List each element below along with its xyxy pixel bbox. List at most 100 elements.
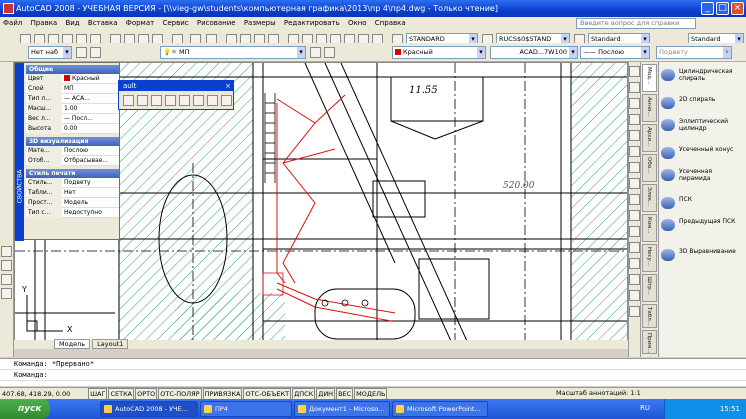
tool-2d-spiral[interactable]: 2D спираль: [661, 96, 745, 112]
menu-item-dimension[interactable]: Размеры: [241, 19, 279, 27]
task-folder-pr4[interactable]: ПР4: [200, 401, 292, 417]
tab-layout1[interactable]: Layout1: [92, 339, 129, 349]
palette-tool-icon-7[interactable]: [207, 95, 218, 106]
region-icon[interactable]: [1, 260, 12, 271]
mirror-icon[interactable]: [629, 98, 640, 109]
tool-previous-ucs[interactable]: Предыдущая ПСК: [661, 218, 745, 240]
prop-row-linetype[interactable]: Тип л... — ACA...: [26, 94, 119, 104]
command-input-line[interactable]: Команда:: [0, 370, 746, 381]
layer-manager-icon[interactable]: [76, 47, 87, 58]
tool-truncated-cone[interactable]: Усеченный конус: [661, 146, 745, 162]
layer-previous-icon[interactable]: [324, 47, 335, 58]
prop-row-plot-type[interactable]: Тип с... Недоступно: [26, 208, 119, 218]
prop-row-height[interactable]: Высота 0.00: [26, 124, 119, 134]
join-icon[interactable]: [629, 258, 640, 269]
layer-combo[interactable]: 💡☼ МП: [160, 46, 306, 59]
prop-row-layer[interactable]: Слой МП: [26, 84, 119, 94]
floating-toolbar-title[interactable]: ault ×: [119, 81, 233, 91]
copy-object-icon[interactable]: [629, 82, 640, 93]
prop-row-linetype-scale[interactable]: Масш... 1.00: [26, 104, 119, 114]
explode-icon[interactable]: [629, 306, 640, 317]
prop-row-plot-table[interactable]: Табли... Нет: [26, 188, 119, 198]
task-powerpoint[interactable]: Microsoft PowerPoint...: [392, 401, 488, 417]
palette-tool-icon-8[interactable]: [221, 95, 232, 106]
color-combo[interactable]: Красный: [392, 46, 486, 59]
tab-tables[interactable]: Табл...: [642, 304, 657, 328]
start-button[interactable]: пуск: [0, 399, 50, 419]
annotation-scale[interactable]: Масштаб аннотаций: 1:1: [556, 388, 641, 399]
menu-item-format[interactable]: Формат: [123, 19, 157, 27]
menu-item-modify[interactable]: Редактировать: [281, 19, 343, 27]
tab-commands[interactable]: Ком...: [642, 214, 657, 242]
palette-tool-icon-1[interactable]: [123, 95, 134, 106]
close-icon[interactable]: ×: [225, 81, 233, 91]
rotate-icon[interactable]: [629, 162, 640, 173]
stretch-icon[interactable]: [629, 194, 640, 205]
section-plot-style[interactable]: Стиль печати: [26, 169, 119, 178]
menu-item-file[interactable]: Файл: [0, 19, 25, 27]
table-icon[interactable]: [1, 274, 12, 285]
properties-title-bar[interactable]: СВОЙСТВА: [15, 63, 24, 241]
menu-item-view[interactable]: Вид: [62, 19, 82, 27]
tab-electrical[interactable]: Элек...: [642, 184, 657, 212]
array-icon[interactable]: [629, 130, 640, 141]
menu-item-draw[interactable]: Рисование: [194, 19, 239, 27]
tab-equipment[interactable]: Обо...: [642, 154, 657, 182]
draw-tool-icon[interactable]: [1, 246, 12, 257]
scale-icon[interactable]: [629, 178, 640, 189]
move-icon[interactable]: [629, 146, 640, 157]
extend-icon[interactable]: [629, 226, 640, 237]
palette-tool-icon-3[interactable]: [151, 95, 162, 106]
multiline-text-icon[interactable]: [1, 288, 12, 299]
prop-row-shadow[interactable]: Отоб... Отбрасывае...: [26, 156, 119, 166]
menu-item-insert[interactable]: Вставка: [85, 19, 121, 27]
tool-truncated-pyramid[interactable]: Усеченная пирамида: [661, 168, 745, 190]
prop-row-plot-space[interactable]: Прост... Модель: [26, 198, 119, 208]
tool-helix[interactable]: Цилиндрическая спираль: [661, 68, 745, 90]
prop-row-lineweight[interactable]: Вес л... — Посл...: [26, 114, 119, 124]
menu-item-help[interactable]: Справка: [372, 19, 409, 27]
tool-3d-align[interactable]: 3D Выравнивание: [661, 248, 745, 264]
erase-icon[interactable]: [629, 66, 640, 77]
task-word[interactable]: Документ1 - Microso...: [294, 401, 390, 417]
prop-row-color[interactable]: Цвет Красный: [26, 74, 119, 84]
menu-item-tools[interactable]: Сервис: [159, 19, 191, 27]
tool-ucs[interactable]: ПСК: [661, 196, 745, 212]
clock[interactable]: 15:51: [720, 405, 740, 413]
offset-icon[interactable]: [629, 114, 640, 125]
layer-states-icon[interactable]: [90, 47, 101, 58]
chamfer-icon[interactable]: [629, 274, 640, 285]
help-search-input[interactable]: Введите вопрос для справки: [576, 18, 696, 29]
palette-tool-icon-2[interactable]: [137, 95, 148, 106]
menu-item-edit[interactable]: Правка: [28, 19, 61, 27]
section-general[interactable]: Общие: [26, 65, 119, 74]
prop-row-plot-style[interactable]: Стиль... Подвету: [26, 178, 119, 188]
prop-row-material[interactable]: Мате... Послою: [26, 146, 119, 156]
minimize-button[interactable]: _: [701, 2, 714, 15]
tab-structural[interactable]: Несу...: [642, 244, 657, 272]
named-views-combo[interactable]: Нет наб: [28, 46, 72, 59]
tool-elliptical-cylinder[interactable]: Эллиптический цилиндр: [661, 118, 745, 140]
tab-modeling[interactable]: Мод...: [642, 64, 657, 92]
break-icon[interactable]: [629, 242, 640, 253]
tab-annotation[interactable]: Анно...: [642, 94, 657, 122]
tab-hatches[interactable]: Штр...: [642, 274, 657, 302]
task-autocad[interactable]: AutoCAD 2008 - УЧЕ...: [100, 401, 198, 417]
close-button[interactable]: ×: [731, 2, 744, 15]
fillet-icon[interactable]: [629, 290, 640, 301]
make-current-layer-icon[interactable]: [310, 47, 321, 58]
tab-model[interactable]: Модель: [54, 339, 91, 349]
maximize-button[interactable]: □: [716, 2, 729, 15]
palette-tool-icon-4[interactable]: [165, 95, 176, 106]
menu-item-window[interactable]: Окно: [345, 19, 370, 27]
tab-architecture[interactable]: Архи...: [642, 124, 657, 152]
palette-tool-icon-5[interactable]: [179, 95, 190, 106]
tab-samples[interactable]: Прим...: [642, 330, 657, 354]
plotstyle-combo[interactable]: Подвету: [656, 46, 732, 59]
language-indicator[interactable]: RU: [640, 404, 650, 412]
section-3d-visualization[interactable]: 3D визуализация: [26, 137, 119, 146]
trim-icon[interactable]: [629, 210, 640, 221]
lineweight-combo[interactable]: —— Послою: [580, 46, 650, 59]
linetype-combo[interactable]: ACAD...7W100: [490, 46, 578, 59]
palette-tool-icon-6[interactable]: [193, 95, 204, 106]
